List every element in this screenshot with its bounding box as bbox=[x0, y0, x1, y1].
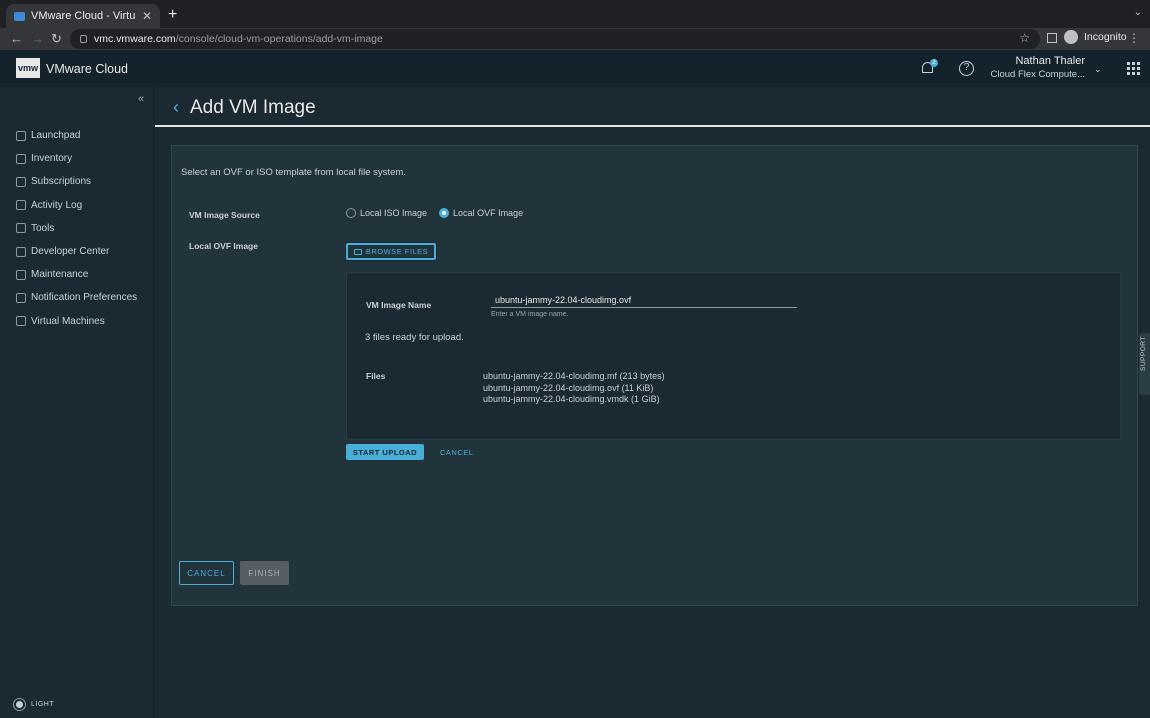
sidebar-item-label: Notification Preferences bbox=[31, 292, 138, 304]
page-header: ‹ Add VM Image bbox=[155, 87, 1150, 127]
files-ready-text: 3 files ready for upload. bbox=[365, 332, 464, 343]
url-host: vmc.vmware.com bbox=[94, 33, 176, 45]
reload-icon[interactable]: ↻ bbox=[51, 31, 62, 47]
browse-files-label: BROWSE FILES bbox=[365, 247, 429, 256]
user-name: Nathan Thaler bbox=[1015, 55, 1085, 67]
local-ovf-image-label: Local OVF Image bbox=[189, 241, 258, 251]
support-tab[interactable]: SUPPORT bbox=[1139, 333, 1150, 395]
radio-label-local-iso[interactable]: Local ISO Image bbox=[360, 208, 427, 218]
profile-label: Incognito bbox=[1084, 31, 1127, 43]
tab-title: VMware Cloud - Virtual Machi bbox=[31, 10, 136, 22]
files-label: Files bbox=[366, 371, 386, 381]
vm-icon bbox=[16, 316, 26, 327]
sidebar-item-label: Virtual Machines bbox=[31, 315, 105, 327]
sidebar-item-label: Activity Log bbox=[31, 199, 83, 211]
incognito-icon bbox=[1064, 30, 1078, 44]
cancel-button[interactable]: CANCEL bbox=[179, 561, 234, 585]
add-vm-image-panel: Select an OVF or ISO template from local… bbox=[171, 145, 1138, 606]
sidebar-item-label: Inventory bbox=[31, 153, 73, 165]
help-icon[interactable]: ? bbox=[959, 61, 974, 76]
tab-search-icon[interactable]: ⌄ bbox=[1134, 7, 1142, 18]
theme-toggle[interactable]: LIGHT bbox=[16, 701, 54, 708]
radio-local-ovf[interactable] bbox=[439, 208, 450, 218]
sidebar-item-notification-preferences[interactable]: Notification Preferences bbox=[16, 286, 137, 309]
finish-button[interactable]: FINISH bbox=[240, 561, 289, 585]
sidebar-item-label: Maintenance bbox=[31, 269, 89, 281]
page-title: Add VM Image bbox=[190, 97, 316, 118]
browser-tab[interactable]: VMware Cloud - Virtual Machi ✕ bbox=[6, 4, 160, 28]
vm-image-name-input[interactable]: ubuntu-jammy-22.04-cloudimg.ovf bbox=[491, 293, 797, 308]
radio-local-iso[interactable] bbox=[346, 208, 356, 218]
sidebar-item-tools[interactable]: Tools bbox=[16, 217, 137, 240]
log-icon bbox=[16, 200, 26, 211]
bookmark-star-icon[interactable]: ☆ bbox=[1019, 31, 1030, 45]
code-icon bbox=[16, 246, 26, 257]
sidebar-item-virtual-machines[interactable]: Virtual Machines bbox=[16, 310, 137, 333]
sidebar-item-maintenance[interactable]: Maintenance bbox=[16, 263, 137, 286]
collapse-sidebar-icon[interactable]: « bbox=[138, 93, 144, 105]
close-tab-icon[interactable]: ✕ bbox=[142, 9, 152, 23]
upload-details-box: VM Image Name ubuntu-jammy-22.04-cloudim… bbox=[346, 272, 1121, 440]
cancel-upload-button[interactable]: CANCEL bbox=[440, 448, 473, 457]
sidebar-item-label: Developer Center bbox=[31, 246, 110, 258]
sidebar-item-subscriptions[interactable]: Subscriptions bbox=[16, 170, 137, 193]
sidebar-item-activity-log[interactable]: Activity Log bbox=[16, 194, 137, 217]
calendar-icon bbox=[16, 176, 26, 187]
radio-label-local-ovf[interactable]: Local OVF Image bbox=[453, 208, 523, 218]
sidebar-item-label: Launchpad bbox=[31, 130, 81, 142]
sidebar-item-developer-center[interactable]: Developer Center bbox=[16, 240, 137, 263]
app-switcher-grid-icon[interactable] bbox=[1127, 62, 1140, 75]
sliders-icon bbox=[16, 292, 26, 303]
vm-image-source-label: VM Image Source bbox=[189, 210, 260, 220]
url-path: /console/cloud-vm-operations/add-vm-imag… bbox=[175, 33, 383, 45]
file-list: ubuntu-jammy-22.04-cloudimg.mf (213 byte… bbox=[483, 371, 665, 406]
list-icon bbox=[16, 153, 26, 164]
support-label: SUPPORT bbox=[1140, 336, 1147, 371]
chevron-down-icon[interactable]: ⌄ bbox=[1094, 64, 1102, 75]
notification-badge: 2 bbox=[930, 59, 938, 67]
browser-tab-bar: VMware Cloud - Virtual Machi ✕ + ⌄ bbox=[0, 0, 1150, 28]
start-upload-button[interactable]: START UPLOAD bbox=[346, 444, 424, 460]
back-arrow-icon[interactable]: ← bbox=[10, 31, 23, 46]
lock-icon bbox=[80, 35, 87, 43]
notifications-bell-icon[interactable]: 2 bbox=[920, 59, 938, 76]
side-panel-icon[interactable] bbox=[1047, 33, 1057, 43]
sidebar-nav: Launchpad Inventory Subscriptions Activi… bbox=[16, 124, 137, 333]
folder-icon bbox=[353, 248, 362, 255]
browser-menu-icon[interactable]: ⋮ bbox=[1128, 31, 1140, 45]
intro-text: Select an OVF or ISO template from local… bbox=[181, 167, 406, 178]
toolbox-icon bbox=[16, 223, 26, 234]
sidebar-item-label: Tools bbox=[31, 222, 55, 234]
new-tab-icon[interactable]: + bbox=[168, 6, 177, 24]
vm-image-name-label: VM Image Name bbox=[366, 300, 432, 310]
incognito-profile[interactable]: Incognito bbox=[1064, 30, 1127, 44]
list-item: ubuntu-jammy-22.04-cloudimg.ovf (11 KiB) bbox=[483, 382, 654, 393]
sidebar-item-label: Subscriptions bbox=[31, 176, 92, 188]
address-bar-row: ← → ↻ vmc.vmware.com/console/cloud-vm-op… bbox=[0, 28, 1150, 50]
list-item: ubuntu-jammy-22.04-cloudimg.vmdk (1 GiB) bbox=[483, 394, 660, 404]
wrench-icon bbox=[16, 269, 26, 280]
url-input[interactable]: vmc.vmware.com/console/cloud-vm-operatio… bbox=[70, 29, 1040, 49]
forward-arrow-icon[interactable]: → bbox=[31, 31, 44, 46]
list-item: ubuntu-jammy-22.04-cloudimg.mf (213 byte… bbox=[483, 371, 665, 381]
vm-image-source-radio-group: Local ISO Image Local OVF Image bbox=[346, 208, 535, 218]
vmware-logo[interactable]: vmw bbox=[16, 58, 40, 78]
sun-icon bbox=[16, 701, 23, 708]
user-menu[interactable]: Nathan Thaler Cloud Flex Compute... bbox=[985, 55, 1085, 80]
theme-toggle-label: LIGHT bbox=[31, 701, 55, 708]
brand-name[interactable]: VMware Cloud bbox=[46, 62, 128, 76]
browse-files-button[interactable]: BROWSE FILES bbox=[346, 243, 436, 260]
sidebar-item-launchpad[interactable]: Launchpad bbox=[16, 124, 137, 147]
org-name: Cloud Flex Compute... bbox=[990, 69, 1085, 80]
vmware-favicon-icon bbox=[14, 11, 25, 21]
sidebar-item-inventory[interactable]: Inventory bbox=[16, 147, 137, 170]
rocket-icon bbox=[16, 130, 26, 141]
vm-image-name-hint: Enter a VM image name. bbox=[491, 311, 569, 318]
sidebar: « Launchpad Inventory Subscriptions Acti… bbox=[0, 87, 155, 718]
back-chevron-icon[interactable]: ‹ bbox=[173, 97, 179, 118]
app-header: vmw VMware Cloud 2 ? Nathan Thaler Cloud… bbox=[0, 50, 1150, 87]
